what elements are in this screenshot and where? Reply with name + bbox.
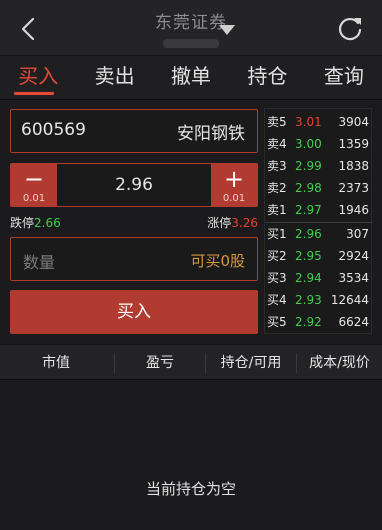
bid-level: 买1 [267,227,287,241]
price-decrease-button[interactable]: − 0.01 [11,164,57,206]
quantity-placeholder: 数量 [23,253,56,272]
decrease-step: 0.01 [22,193,46,204]
bid-level: 买4 [267,293,287,307]
ask-volume: 1946 [338,203,369,217]
bid-row[interactable]: 买1 2.96 307 [265,223,373,245]
bid-volume: 3534 [338,271,369,285]
ask-level: 卖2 [267,181,287,195]
column-profit-loss: 盈亏 [146,355,174,371]
tab-sell[interactable]: 卖出 [76,56,152,99]
order-book: 卖5 3.01 3904 卖4 3.00 1359 卖3 2.99 1838 卖… [264,108,373,334]
limit-up-label: 涨停 [207,216,232,230]
tab-query[interactable]: 查询 [306,56,382,99]
bid-level: 买2 [267,249,287,263]
ask-volume: 2373 [338,181,369,195]
tab-cancel-order[interactable]: 撤单 [153,56,229,99]
limit-up: 涨停3.26 [207,214,258,231]
ask-price: 2.97 [295,203,322,217]
tab-positions[interactable]: 持仓 [229,56,305,99]
stock-name: 安阳钢铁 [177,124,245,144]
price-limits: 跌停2.66 涨停3.26 [10,214,258,230]
ask-row[interactable]: 卖4 3.00 1359 [265,133,373,155]
ask-volume: 1838 [338,159,369,173]
bid-row[interactable]: 买4 2.93 12644 [265,289,373,311]
bid-row[interactable]: 买3 2.94 3534 [265,267,373,289]
column-market-value: 市值 [42,355,70,371]
ask-level: 卖3 [267,159,287,173]
ask-row[interactable]: 卖5 3.01 3904 [265,111,373,133]
bid-volume: 12644 [330,293,369,307]
ask-volume: 1359 [338,137,369,151]
buy-button[interactable]: 买入 [10,290,258,334]
bid-price: 2.95 [295,249,322,263]
limit-up-value: 3.26 [231,216,258,230]
price-increase-button[interactable]: + 0.01 [211,164,257,206]
bid-row[interactable]: 买5 2.92 6624 [265,311,373,333]
ask-level: 卖5 [267,115,287,129]
quantity-field[interactable]: 数量 可买0股 [10,237,258,281]
holdings-header: 市值 盈亏 持仓/可用 成本/现价 [0,344,382,380]
stock-code: 600569 [21,120,86,140]
bid-volume: 307 [346,227,369,241]
caret-down-icon[interactable] [218,24,236,36]
tab-buy[interactable]: 买入 [0,56,76,99]
tab-label: 持仓 [247,64,288,88]
stock-code-field[interactable]: 600569 安阳钢铁 [10,109,258,153]
tab-label: 买入 [18,64,59,88]
chevron-left-icon[interactable] [14,14,44,44]
tab-label: 卖出 [94,64,135,88]
limit-down: 跌停2.66 [10,214,61,231]
column-position-available: 持仓/可用 [220,355,282,371]
ask-level: 卖4 [267,137,287,151]
ask-price: 2.98 [295,181,322,195]
ask-row[interactable]: 卖1 2.97 1946 [265,199,373,221]
tab-label: 查询 [323,64,364,88]
bid-price: 2.92 [295,315,322,329]
limit-down-value: 2.66 [34,216,61,230]
available-quantity: 可买0股 [190,252,245,270]
trade-tabs: 买入 卖出 撤单 持仓 查询 [0,56,382,100]
bid-price: 2.93 [295,293,322,307]
ask-level: 卖1 [267,203,287,217]
title-bar: 东莞证券 [0,0,382,56]
ask-row[interactable]: 卖3 2.99 1838 [265,155,373,177]
active-tab-indicator [14,92,55,95]
ask-price: 3.01 [295,115,322,129]
plus-icon: + [223,165,245,193]
bid-level: 买5 [267,315,287,329]
ask-volume: 3904 [338,115,369,129]
price-input[interactable]: 2.96 [57,175,211,195]
ask-price: 3.00 [295,137,322,151]
bid-price: 2.96 [295,227,322,241]
ask-row[interactable]: 卖2 2.98 2373 [265,177,373,199]
refresh-icon[interactable] [336,15,364,43]
price-stepper: − 0.01 2.96 + 0.01 [10,163,258,207]
ask-price: 2.99 [295,159,322,173]
empty-holdings-message: 当前持仓为空 [145,480,236,498]
bid-volume: 2924 [338,249,369,263]
bid-volume: 6624 [338,315,369,329]
increase-step: 0.01 [222,193,246,204]
broker-title[interactable]: 东莞证券 [120,8,262,33]
limit-down-label: 跌停 [10,216,35,230]
tab-label: 撤单 [171,64,212,88]
bid-row[interactable]: 买2 2.95 2924 [265,245,373,267]
minus-icon: − [23,165,45,193]
bid-level: 买3 [267,271,287,285]
column-cost-price: 成本/现价 [309,355,370,371]
broker-selector[interactable]: 东莞证券 [120,8,262,52]
account-masked [163,39,219,48]
bid-price: 2.94 [295,271,322,285]
